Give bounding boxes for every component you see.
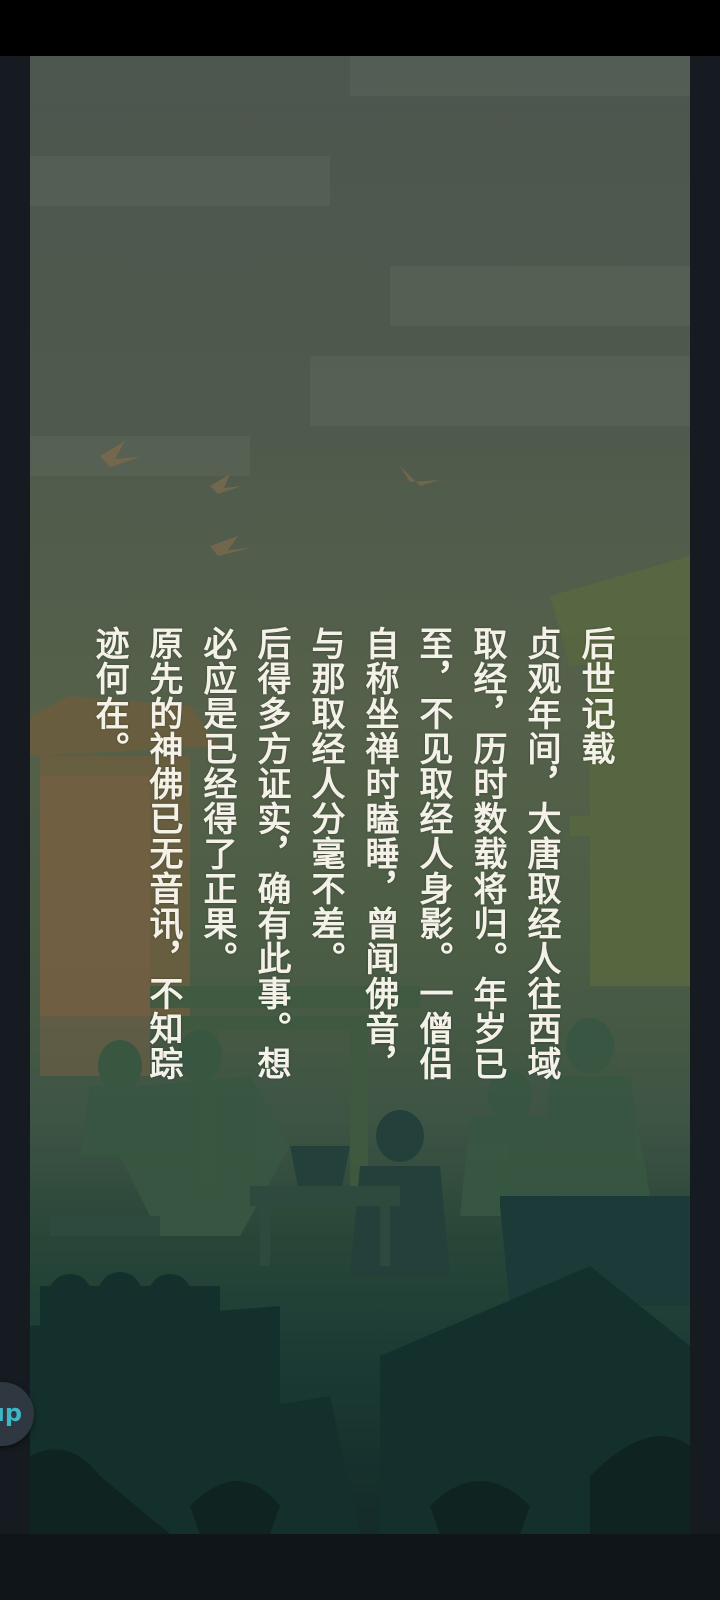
bottom-band (0, 1534, 720, 1600)
story-line-7: 后得多方证实，确有此事。想 (251, 626, 291, 1081)
story-line-3: 取经，历时数载将归。年岁已 (467, 626, 507, 1081)
story-line-4: 至，不见取经人身影。一僧侣 (413, 626, 453, 1081)
story-line-5: 自称坐禅时瞌睡，曾闻佛音， (359, 626, 399, 1081)
game-screen: 后世记载 贞观年间，大唐取经人往西域 取经，历时数载将归。年岁已 至，不见取经人… (0, 0, 720, 1600)
floating-button-label: ıp (0, 1399, 22, 1427)
story-scroll-panel[interactable]: 后世记载 贞观年间，大唐取经人往西域 取经，历时数载将归。年岁已 至，不见取经人… (30, 56, 690, 1534)
story-line-1: 后世记载 (575, 626, 615, 766)
story-line-2: 贞观年间，大唐取经人往西域 (521, 626, 561, 1081)
story-line-6: 与那取经人分毫不差。 (305, 626, 345, 976)
story-line-10: 迹何在。 (89, 626, 129, 766)
story-line-9: 原先的神佛已无音讯，不知踪 (143, 626, 183, 1081)
story-line-8: 必应是已经得了正果。 (197, 626, 237, 976)
status-bar (0, 0, 720, 56)
left-margin (0, 56, 30, 1600)
right-margin (690, 56, 720, 1600)
